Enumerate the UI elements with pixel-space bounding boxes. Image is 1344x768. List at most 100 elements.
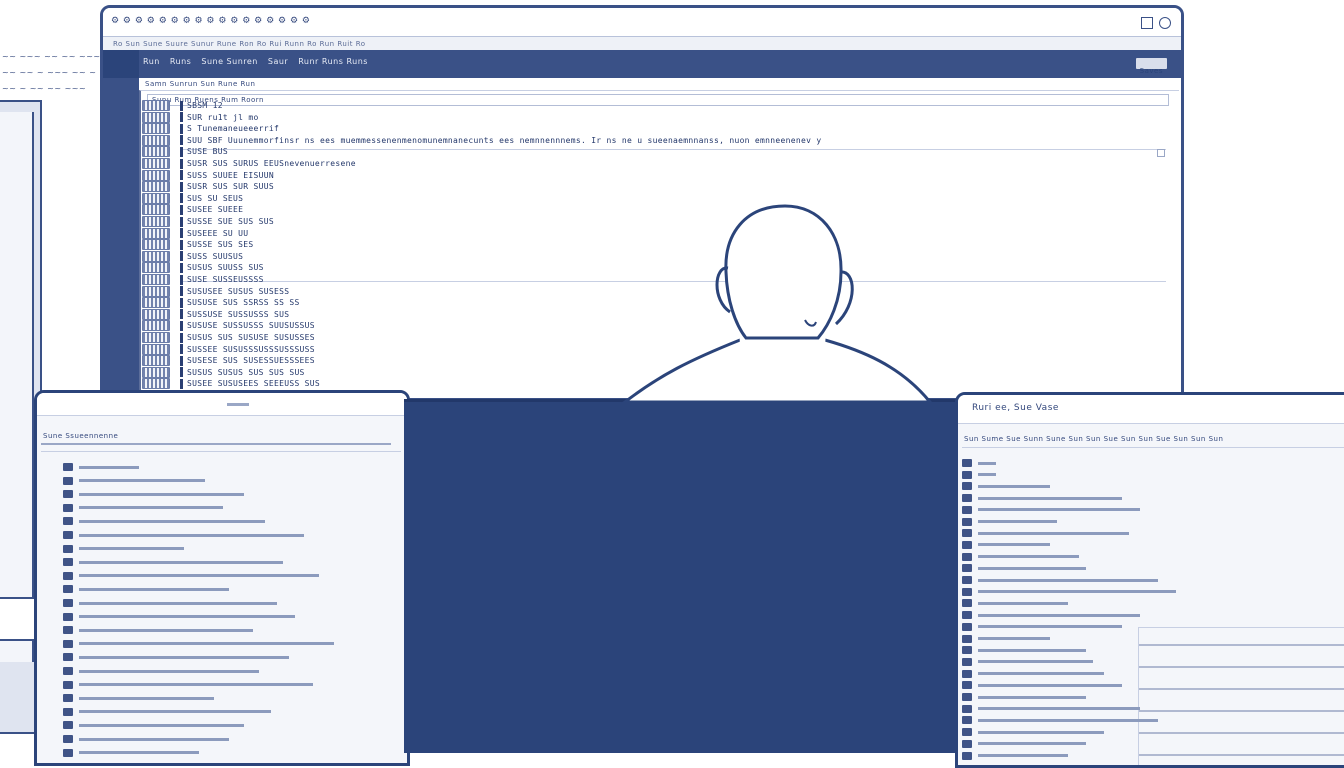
- list-item[interactable]: [962, 599, 1068, 608]
- window-square-icon[interactable]: [1141, 17, 1153, 29]
- row-icon: [63, 639, 73, 648]
- line-marker: [180, 204, 183, 215]
- row-icon: [63, 476, 73, 485]
- row-icon: [63, 503, 73, 512]
- list-item[interactable]: [63, 653, 289, 662]
- line-number: [142, 262, 170, 274]
- list-item[interactable]: [962, 529, 1129, 538]
- line-marker: [180, 146, 183, 157]
- row-icon: [962, 564, 972, 573]
- code-line-text: SUSUSE SUSSUSSS SUUSUSSUS: [187, 321, 315, 331]
- row-text: [79, 506, 223, 510]
- list-item[interactable]: [63, 667, 259, 675]
- list-item[interactable]: [962, 505, 1140, 514]
- list-item[interactable]: [63, 531, 304, 539]
- toolbar-tab-3[interactable]: Sune Sunren: [201, 57, 258, 67]
- toolbar-right-button[interactable]: Saves: [1135, 58, 1167, 75]
- window-circle-icon[interactable]: [1159, 17, 1171, 29]
- row-text: [978, 473, 996, 477]
- list-item[interactable]: [63, 721, 244, 730]
- line-marker: [180, 181, 183, 192]
- list-item[interactable]: [962, 681, 1122, 690]
- list-item[interactable]: [63, 639, 334, 648]
- list-item[interactable]: [962, 751, 1068, 760]
- list-item[interactable]: [962, 704, 1140, 713]
- code-line: SUSE BUS: [142, 146, 228, 158]
- list-item[interactable]: [962, 552, 1079, 561]
- line-marker: [180, 170, 183, 181]
- list-item[interactable]: [63, 517, 265, 526]
- code-line: S Tunemaneueeerrif: [142, 123, 279, 135]
- list-item[interactable]: [962, 669, 1104, 678]
- list-item[interactable]: [63, 585, 229, 594]
- row-icon: [63, 694, 73, 703]
- list-item[interactable]: [63, 571, 319, 580]
- center-monitor: [404, 399, 958, 753]
- list-item[interactable]: [63, 476, 205, 485]
- code-line: SUSEE SUEEE: [142, 204, 243, 216]
- list-item[interactable]: [962, 482, 1050, 491]
- list-item[interactable]: [962, 517, 1057, 526]
- list-item[interactable]: [63, 694, 214, 703]
- code-line-text: SUSUS SUS SUSUSE SUSUSSES: [187, 333, 315, 342]
- list-item[interactable]: [962, 622, 1122, 631]
- line-marker: [180, 297, 183, 308]
- list-item[interactable]: [962, 739, 1086, 748]
- list-item[interactable]: [962, 634, 1050, 643]
- list-item[interactable]: [63, 599, 277, 607]
- list-item[interactable]: [962, 576, 1158, 584]
- list-item[interactable]: [962, 728, 1104, 737]
- far-left-line-2: ~~ ~~ ~ ~~~ ~~ ~: [2, 68, 97, 77]
- line-number: [142, 378, 170, 390]
- list-item[interactable]: [962, 693, 1086, 701]
- list-item[interactable]: [63, 558, 283, 567]
- list-item[interactable]: [63, 463, 139, 471]
- far-left-inner: [0, 112, 34, 662]
- line-marker: [180, 100, 183, 111]
- row-icon: [63, 571, 73, 580]
- list-item[interactable]: [63, 490, 244, 499]
- list-item[interactable]: [962, 459, 996, 467]
- left-window: Sune Ssueennenne: [34, 390, 410, 766]
- list-item[interactable]: [962, 470, 996, 479]
- list-item[interactable]: [63, 612, 295, 621]
- row-icon: [63, 735, 73, 743]
- left-window-header: Sune Ssueennenne: [41, 427, 401, 452]
- list-item[interactable]: [962, 657, 1093, 666]
- list-item[interactable]: [962, 611, 1140, 620]
- list-item[interactable]: [63, 707, 271, 716]
- main-title-icons[interactable]: ⚙ ⚙ ⚙ ⚙ ⚙ ⚙ ⚙ ⚙ ⚙ ⚙ ⚙ ⚙ ⚙ ⚙ ⚙ ⚙ ⚙: [111, 16, 310, 26]
- person-silhouette: [620, 204, 934, 404]
- main-menu-items[interactable]: Ro Sun Sune Suure Sunur Rune Ron Ro Rui …: [113, 39, 366, 49]
- code-line-text: SUSSEE SUSUSSSUSSSUSSSUSS: [187, 344, 315, 354]
- row-text: [978, 637, 1050, 640]
- scrollbar-up-icon[interactable]: [1157, 149, 1165, 157]
- line-number: [142, 239, 170, 251]
- list-item[interactable]: [962, 646, 1086, 655]
- code-line-text: SUU SBF Uuunemmorfinsr ns ees muemmessen…: [187, 135, 822, 145]
- toolbar-tab-4[interactable]: Saur: [268, 57, 288, 67]
- code-line-text: SUSSUSE SUSSUSSS SUS: [187, 309, 290, 319]
- toolbar-tab-5[interactable]: Runr Runs Runs: [298, 57, 368, 67]
- main-toolbar: Run Runs Sune Sunren Saur Runr Runs Runs…: [103, 50, 1181, 78]
- list-item[interactable]: [962, 494, 1122, 503]
- list-item[interactable]: [63, 544, 184, 553]
- code-line: SUSUS SUS SUSUSE SUSUSSES: [142, 332, 315, 343]
- toolbar-tab-2[interactable]: Runs: [170, 57, 192, 67]
- list-item[interactable]: [63, 503, 223, 512]
- code-header-box: Sunu Rum Ruens Rum Roorn: [147, 94, 1169, 106]
- list-item[interactable]: [962, 587, 1176, 596]
- list-item[interactable]: [63, 626, 253, 635]
- left-window-header-line: [41, 443, 391, 445]
- line-number: [142, 227, 170, 239]
- row-icon: [962, 657, 972, 666]
- line-marker: [180, 193, 183, 204]
- line-number: [142, 308, 170, 320]
- list-item[interactable]: [962, 540, 1050, 549]
- toolbar-tab-1[interactable]: Run: [143, 57, 160, 67]
- list-item[interactable]: [962, 716, 1158, 725]
- line-marker: [180, 262, 183, 273]
- list-item[interactable]: [63, 735, 229, 743]
- list-item[interactable]: [63, 680, 313, 689]
- list-item[interactable]: [962, 564, 1086, 573]
